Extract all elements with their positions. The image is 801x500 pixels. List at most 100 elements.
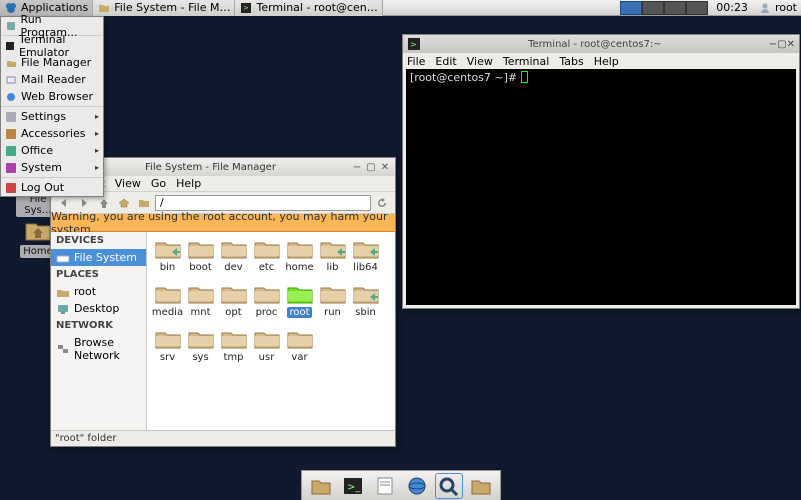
folder-home[interactable]: home	[283, 238, 316, 273]
folder-lib[interactable]: lib	[316, 238, 349, 273]
menu-submenu[interactable]: Settings▸	[1, 108, 103, 125]
fm-menu-item[interactable]: Help	[176, 177, 201, 190]
user-menu[interactable]: root	[754, 1, 801, 15]
sidebar-header-places: PLACES	[51, 266, 146, 283]
fm-menu-item[interactable]: Go	[151, 177, 166, 190]
term-menu-item[interactable]: Help	[594, 55, 619, 68]
menu-submenu[interactable]: System▸	[1, 159, 103, 176]
menu-run-program[interactable]: Run Program...	[1, 17, 103, 34]
minimize-button[interactable]: −	[769, 39, 777, 50]
menu-item[interactable]: File Manager	[1, 54, 103, 71]
folder-label: etc	[259, 262, 275, 273]
folder-icon	[187, 283, 215, 305]
terminal-body[interactable]: [root@centos7 ~]#	[406, 69, 796, 305]
folder-srv[interactable]: srv	[151, 328, 184, 363]
network-icon	[56, 343, 70, 355]
close-button[interactable]: ✕	[379, 161, 391, 173]
folder-tmp[interactable]: tmp	[217, 328, 250, 363]
sidebar-header-network: NETWORK	[51, 317, 146, 334]
folder-label: sbin	[355, 307, 376, 318]
workspace-3[interactable]	[664, 1, 686, 15]
sidebar-item-root[interactable]: root	[51, 283, 146, 300]
folder-sys[interactable]: sys	[184, 328, 217, 363]
term-menubar: File Edit View Terminal Tabs Help	[403, 53, 799, 69]
folder-lib64[interactable]: lib64	[349, 238, 382, 273]
menu-submenu[interactable]: Accessories▸	[1, 125, 103, 142]
applications-menu: Run Program... Terminal EmulatorFile Man…	[0, 16, 104, 197]
folder-mnt[interactable]: mnt	[184, 283, 217, 318]
fm-warning-bar: Warning, you are using the root account,…	[51, 214, 395, 232]
taskbar-item-terminal[interactable]: > Terminal - root@cen…	[235, 0, 382, 16]
close-button[interactable]: ✕	[787, 39, 795, 50]
folder-sbin[interactable]: sbin	[349, 283, 382, 318]
folder-label: opt	[225, 307, 241, 318]
workspace-2[interactable]	[642, 1, 664, 15]
folder-boot[interactable]: boot	[184, 238, 217, 273]
menu-item[interactable]: Terminal Emulator	[1, 37, 103, 54]
term-titlebar[interactable]: > Terminal - root@centos7:~ − ▢ ✕	[403, 35, 799, 53]
dock-magnifier[interactable]	[436, 474, 462, 498]
dock-file-manager[interactable]	[308, 474, 334, 498]
taskbar-item-label: Terminal - root@cen…	[256, 1, 377, 14]
workspace-4[interactable]	[686, 1, 708, 15]
sidebar-item-browse-network[interactable]: Browse Network	[51, 334, 146, 364]
menu-item[interactable]: Mail Reader	[1, 71, 103, 88]
menu-logout[interactable]: Log Out	[1, 179, 103, 196]
terminal-window: > Terminal - root@centos7:~ − ▢ ✕ File Ed…	[402, 34, 800, 309]
menu-label: Log Out	[21, 181, 64, 194]
menu-separator	[1, 177, 103, 178]
folder-label: srv	[160, 352, 175, 363]
dock-web[interactable]	[404, 474, 430, 498]
menu-submenu[interactable]: Office▸	[1, 142, 103, 159]
fm-file-pane[interactable]: binbootdev etchomeliblib64 media mnt optproc…	[147, 232, 395, 430]
sidebar-item-desktop[interactable]: Desktop	[51, 300, 146, 317]
folder-icon	[220, 328, 248, 350]
term-menu-item[interactable]: View	[467, 55, 493, 68]
workspace-1[interactable]	[620, 1, 642, 15]
fm-sidebar: DEVICES File System PLACES root Desktop …	[51, 232, 147, 430]
term-menu-item[interactable]: Terminal	[503, 55, 550, 68]
menu-separator	[1, 106, 103, 107]
term-menu-item[interactable]: Tabs	[559, 55, 583, 68]
sidebar-item-filesystem[interactable]: File System	[51, 249, 146, 266]
sidebar-item-label: Desktop	[74, 302, 119, 315]
folder-bin[interactable]: bin	[151, 238, 184, 273]
address-bar[interactable]	[155, 195, 371, 211]
maximize-button[interactable]: ▢	[365, 161, 377, 173]
maximize-button[interactable]: ▢	[777, 39, 786, 50]
folder-etc[interactable]: etc	[250, 238, 283, 273]
svg-text:>_: >_	[347, 482, 361, 493]
folder-label: run	[324, 307, 341, 318]
folder-dev[interactable]: dev	[217, 238, 250, 273]
folder-proc[interactable]: proc	[250, 283, 283, 318]
sidebar-item-label: Browse Network	[74, 336, 141, 362]
clock[interactable]: 00:23	[710, 1, 754, 14]
folder-icon	[97, 1, 111, 15]
folder-label: mnt	[191, 307, 211, 318]
workspace-switcher[interactable]	[620, 1, 708, 15]
folder-opt[interactable]: opt	[217, 283, 250, 318]
folder-root[interactable]: root	[283, 283, 316, 318]
menu-icon	[5, 91, 17, 103]
term-prompt: [root@centos7 ~]#	[410, 71, 517, 84]
menu-icon	[5, 74, 17, 86]
dock-terminal[interactable]: >_	[340, 474, 366, 498]
dock-home-folder[interactable]	[468, 474, 494, 498]
folder-usr[interactable]: usr	[250, 328, 283, 363]
term-menu-item[interactable]: File	[407, 55, 425, 68]
folder-icon	[319, 238, 347, 260]
minimize-button[interactable]: −	[351, 161, 363, 173]
folder-label: dev	[224, 262, 242, 273]
fm-menu-item[interactable]: View	[115, 177, 141, 190]
dock-editor[interactable]	[372, 474, 398, 498]
taskbar-item-filemanager[interactable]: File System - File M…	[93, 0, 235, 16]
taskbar-item-label: File System - File M…	[114, 1, 230, 14]
folder-run[interactable]: run	[316, 283, 349, 318]
menu-icon	[5, 145, 17, 157]
folder-var[interactable]: var	[283, 328, 316, 363]
term-menu-item[interactable]: Edit	[435, 55, 456, 68]
folder-label: home	[285, 262, 313, 273]
svg-text:>: >	[243, 4, 249, 12]
folder-media[interactable]: media	[151, 283, 184, 318]
menu-item[interactable]: Web Browser	[1, 88, 103, 105]
